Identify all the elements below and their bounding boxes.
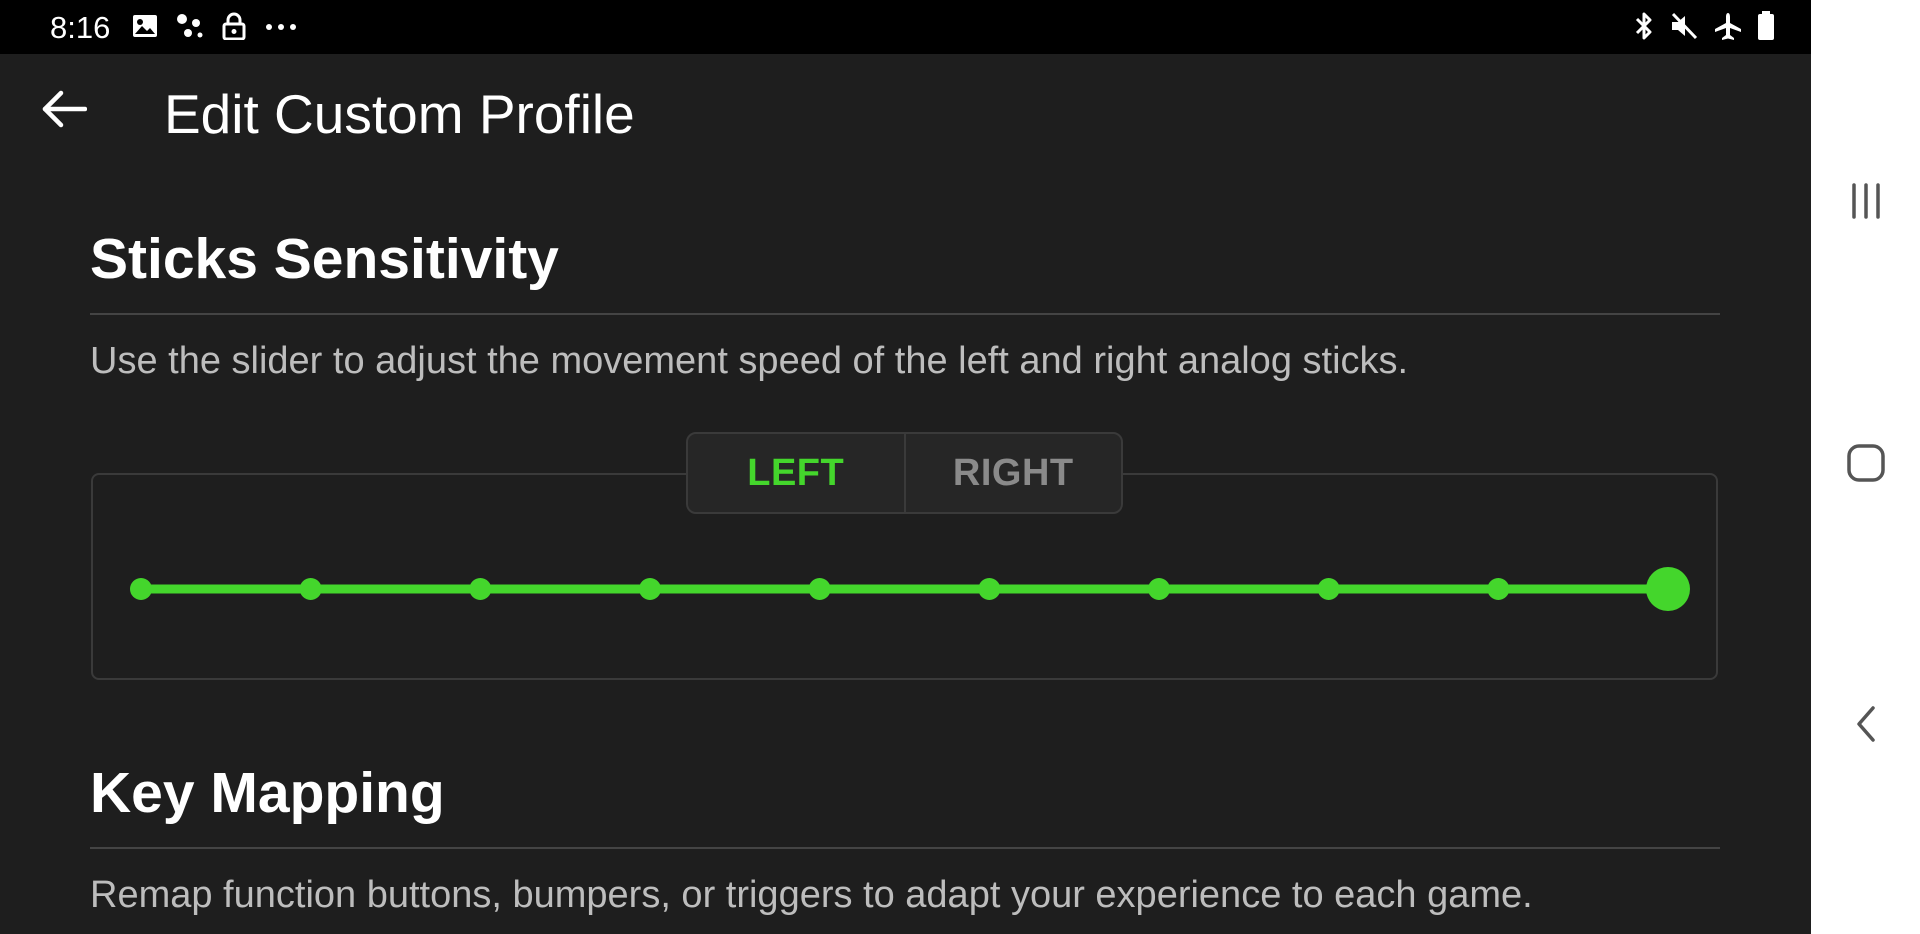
slider-step-dot[interactable] — [978, 578, 1001, 600]
slider-step-dot[interactable] — [1317, 578, 1340, 600]
bluetooth-icon — [1633, 11, 1655, 46]
arrow-left-icon — [42, 90, 87, 128]
sticks-sensitivity-heading: Sticks Sensitivity — [90, 227, 559, 291]
status-bar: 8:16 — [0, 0, 1811, 54]
status-left-icons — [132, 12, 298, 45]
slider-step-dot[interactable] — [808, 578, 831, 600]
mute-icon — [1669, 11, 1699, 46]
airplane-mode-icon — [1713, 11, 1743, 46]
system-back-button[interactable] — [1811, 679, 1920, 769]
navigation-bar — [1811, 0, 1920, 934]
recent-apps-icon — [1851, 183, 1880, 219]
key-mapping-heading: Key Mapping — [90, 761, 445, 825]
slider-step-dot[interactable] — [130, 578, 152, 600]
app-content: Edit Custom Profile Sticks Sensitivity U… — [0, 54, 1811, 934]
section-divider — [90, 313, 1720, 315]
dots-network-icon — [176, 13, 204, 44]
home-button[interactable] — [1811, 418, 1920, 508]
sticks-sensitivity-description: Use the slider to adjust the movement sp… — [90, 340, 1409, 382]
status-right-icons — [1633, 10, 1775, 46]
stick-selector: LEFT RIGHT — [686, 432, 1123, 514]
slider-thumb[interactable] — [1646, 567, 1690, 611]
lock-icon — [222, 12, 246, 45]
page-title: Edit Custom Profile — [164, 83, 635, 145]
home-icon — [1846, 444, 1885, 482]
back-chevron-icon — [1856, 706, 1875, 742]
battery-icon — [1757, 10, 1775, 46]
slider-step-dot[interactable] — [1487, 578, 1510, 600]
slider-step-dot[interactable] — [1148, 578, 1170, 600]
back-button[interactable] — [36, 83, 92, 135]
tab-left[interactable]: LEFT — [688, 434, 904, 512]
more-horizontal-icon — [264, 19, 298, 37]
status-time: 8:16 — [50, 10, 111, 45]
section-divider — [90, 847, 1720, 849]
slider-step-dot[interactable] — [299, 578, 322, 600]
slider-step-dot[interactable] — [469, 578, 492, 600]
slider-step-dot[interactable] — [639, 578, 661, 600]
tab-right[interactable]: RIGHT — [906, 434, 1122, 512]
image-icon — [132, 14, 158, 43]
key-mapping-description: Remap function buttons, bumpers, or trig… — [90, 874, 1533, 916]
recent-apps-button[interactable] — [1811, 156, 1920, 246]
